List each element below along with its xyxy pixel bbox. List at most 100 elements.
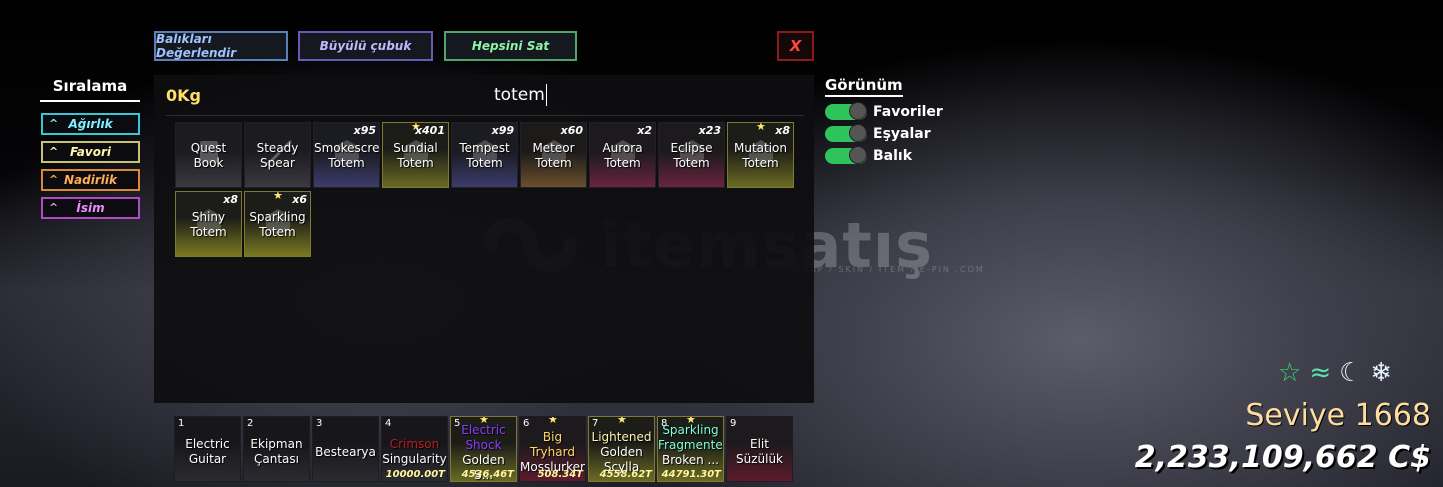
inventory-item[interactable]: x99 Tempest Totem — [451, 122, 518, 188]
slot-price: 10000.00T — [385, 469, 445, 480]
hotbar-slot-8[interactable]: ★ 8 Sparkling Fragmented Broken ... 4479… — [657, 416, 724, 482]
item-name: Shiny Totem — [190, 210, 227, 239]
hotbar-slot-2[interactable]: 2 Ekipman Çantası — [243, 416, 310, 482]
item-quantity: x6 — [292, 193, 307, 206]
item-name: Quest Book — [190, 141, 227, 170]
slot-mutation-tag: Crimson — [389, 437, 440, 451]
item-name: Sundial Totem — [393, 141, 438, 170]
slot-number: 2 — [247, 418, 254, 429]
inventory-weight: 0Kg — [166, 86, 201, 105]
slot-number: 9 — [730, 418, 737, 429]
items-label: Eşyalar — [873, 126, 931, 142]
slot-price: 4536.46T — [461, 469, 514, 480]
player-money: 2,233,109,662 C$ — [1134, 440, 1431, 475]
favorites-toggle-row: Favoriler — [825, 102, 943, 121]
hotbar-slot-4[interactable]: 4 Crimson Singularity 10000.00T — [381, 416, 448, 482]
item-quantity: x8 — [223, 193, 238, 206]
favorites-label: Favoriler — [873, 104, 943, 120]
fish-toggle-row: Balık — [825, 146, 912, 165]
favorite-star-icon: ★ — [756, 122, 766, 133]
watermark-subtext: HESAP / SKIN / İTEM / E-PIN .COM — [788, 265, 985, 274]
toggle-knob — [849, 146, 867, 164]
player-level: Seviye 1668 — [1245, 398, 1431, 433]
slot-mutation-tag: Big Tryhard — [530, 430, 575, 459]
item-name: Sparkling Totem — [249, 210, 306, 239]
magic-rod-button[interactable]: Büyülü çubuk — [298, 31, 433, 61]
sort-by-rarity-button[interactable]: ^ Nadirlik — [41, 169, 140, 191]
inventory-item[interactable]: Steady Spear — [244, 122, 311, 188]
item-name: Smokescreen Totem — [314, 141, 380, 170]
hotbar-slot-6[interactable]: ★ 6 Big Tryhard Mosslurker 508.34T — [519, 416, 586, 482]
sort-title: Sıralama — [40, 77, 140, 102]
sort-weight-label: Ağırlık — [68, 117, 113, 131]
slot-item-name: Broken ... — [661, 453, 719, 467]
favorite-star-icon: ★ — [617, 416, 627, 426]
close-button[interactable]: X — [777, 31, 814, 61]
inventory-item[interactable]: x60 Meteor Totem — [520, 122, 587, 188]
hotbar-slot-1[interactable]: 1 Electric Guitar — [174, 416, 241, 482]
chevron-up-icon: ^ — [49, 201, 59, 214]
item-quantity: x99 — [491, 124, 514, 137]
inventory-item[interactable]: x8 Shiny Totem — [175, 191, 242, 257]
slot-item-name: Elit Süzülük — [735, 437, 783, 466]
slot-mutation-tag: Sparkling Fragmented — [658, 423, 724, 452]
snowflake-icon: ❄ — [1370, 358, 1393, 388]
chevron-up-icon: ^ — [49, 173, 59, 186]
wave-icon: ≈ — [1309, 358, 1332, 388]
item-quantity: x2 — [637, 124, 652, 137]
chevron-up-icon: ^ — [49, 145, 59, 158]
hotbar-slot-7[interactable]: ★ 7 Lightened Golden Scylla 4558.62T — [588, 416, 655, 482]
inventory-item[interactable]: x95 Smokescreen Totem — [313, 122, 380, 188]
slot-number: 4 — [385, 418, 392, 429]
divider — [166, 115, 804, 116]
sell-all-button[interactable]: Hepsini Sat — [444, 31, 577, 61]
slot-item-name: Singularity — [382, 452, 447, 466]
hotbar-slot-9[interactable]: 9 Elit Süzülük — [726, 416, 793, 482]
slot-number: 7 — [592, 418, 599, 429]
sort-name-label: İsim — [76, 201, 105, 215]
items-toggle-row: Eşyalar — [825, 124, 931, 143]
item-name: Mutation Totem — [733, 141, 787, 170]
view-title: Görünüm — [825, 76, 903, 97]
sort-favorite-label: Favori — [69, 145, 111, 159]
inventory-panel: 0Kg totem Quest Book Steady Spear x95 Sm… — [154, 75, 814, 403]
items-toggle[interactable] — [825, 124, 867, 142]
slot-mutation-tag: Electric Shock — [461, 423, 506, 452]
item-quantity: x23 — [698, 124, 721, 137]
slot-price: 508.34T — [537, 469, 583, 480]
inventory-item[interactable]: ★ x8 Mutation Totem — [727, 122, 794, 188]
chevron-up-icon: ^ — [49, 117, 59, 130]
item-name: Tempest Totem — [459, 141, 510, 170]
inventory-item[interactable]: x2 Aurora Totem — [589, 122, 656, 188]
inventory-item[interactable]: ★ x6 Sparkling Totem — [244, 191, 311, 257]
search-input[interactable]: totem — [494, 84, 547, 106]
favorite-star-icon: ★ — [548, 416, 558, 426]
slot-item-name: Electric Guitar — [185, 437, 230, 466]
item-name: Aurora Totem — [602, 141, 643, 170]
slot-price: 4558.62T — [599, 469, 652, 480]
item-quantity: x60 — [560, 124, 583, 137]
status-icons: ☆ ≈ ☾ ❄ — [1278, 358, 1392, 388]
item-quantity: x8 — [775, 124, 790, 137]
inventory-item[interactable]: x23 Eclipse Totem — [658, 122, 725, 188]
item-quantity: x401 — [414, 124, 445, 137]
slot-price: 44791.30T — [661, 469, 721, 480]
slot-number: 3 — [316, 418, 323, 429]
moon-icon: ☾ — [1339, 358, 1363, 388]
fish-toggle[interactable] — [825, 146, 867, 164]
sort-by-weight-button[interactable]: ^ Ağırlık — [41, 113, 140, 135]
sort-by-name-button[interactable]: ^ İsim — [41, 197, 140, 219]
inventory-item[interactable]: ★ x401 Sundial Totem — [382, 122, 449, 188]
item-quantity: x95 — [353, 124, 376, 137]
slot-number: 1 — [178, 418, 185, 429]
favorites-toggle[interactable] — [825, 102, 867, 120]
hotbar-slot-5[interactable]: ★ 5 Electric Shock Golden S... 4536.46T — [450, 416, 517, 482]
hotbar-slot-3[interactable]: 3 Bestearya — [312, 416, 379, 482]
inventory-item[interactable]: Quest Book — [175, 122, 242, 188]
sort-by-favorite-button[interactable]: ^ Favori — [41, 141, 140, 163]
item-name: Eclipse Totem — [670, 141, 713, 170]
sort-rarity-label: Nadirlik — [64, 173, 117, 187]
rate-fish-button[interactable]: Balıkları Değerlendir — [154, 31, 288, 61]
slot-mutation-tag: Lightened — [591, 430, 652, 444]
slot-item-name: Bestearya — [315, 445, 376, 459]
